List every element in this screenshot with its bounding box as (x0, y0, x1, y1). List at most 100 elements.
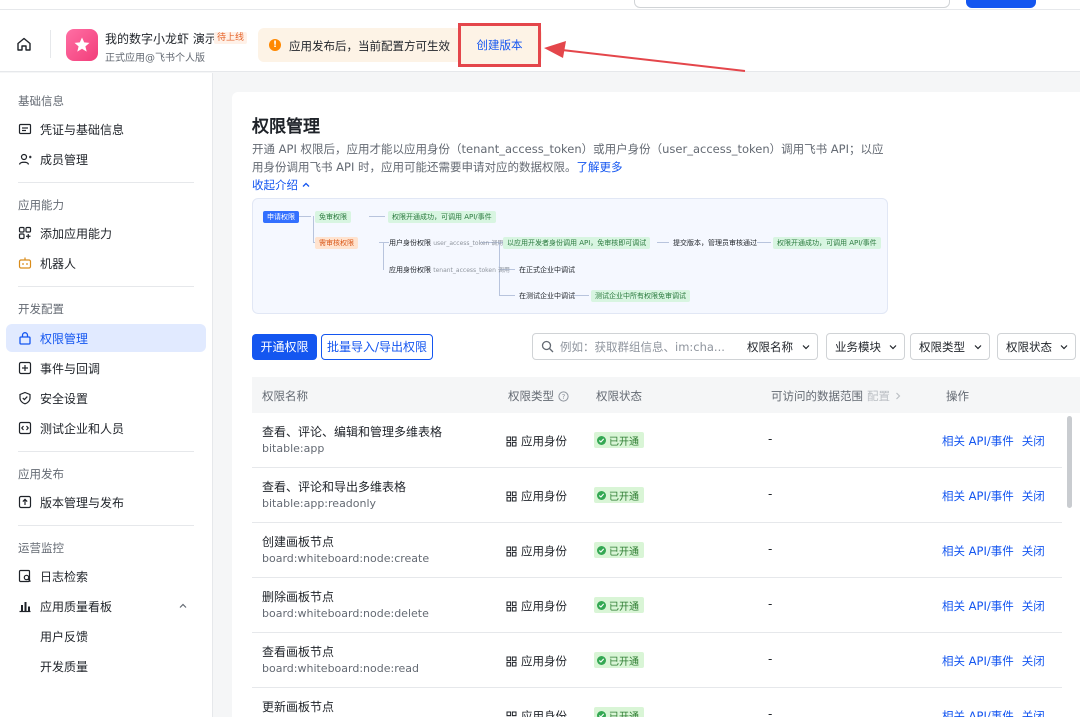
close-permission-link[interactable]: 关闭 (1022, 489, 1045, 503)
sidebar-item-add-capability[interactable]: 添加应用能力 (6, 219, 206, 247)
sidebar-item-label: 测试企业和人员 (40, 421, 125, 436)
sidebar-item-dev-quality[interactable]: 开发质量 (6, 652, 206, 680)
sidebar-item-label: 用户反馈 (40, 629, 89, 644)
check-icon (597, 490, 606, 500)
diagram-final-result: 权限开通成功，可调用 API/事件 (773, 237, 881, 249)
permission-type: 应用身份 (506, 598, 567, 614)
status-badge: 已开通 (594, 652, 644, 668)
shield-icon (18, 391, 32, 405)
sidebar-item-label: 日志检索 (40, 569, 89, 584)
sidebar-item-permissions[interactable]: 权限管理 (6, 324, 206, 352)
sidebar-section-title: 基础信息 (18, 94, 64, 108)
col-ops: 操作 (946, 389, 969, 403)
table-row: 创建画板节点 board:whiteboard:node:create 应用身份 已开… (252, 523, 1062, 578)
home-icon[interactable] (16, 36, 32, 52)
sidebar-item-logs[interactable]: 日志检索 (6, 562, 206, 590)
related-api-link[interactable]: 相关 API/事件 (942, 709, 1014, 717)
check-icon (597, 655, 606, 665)
diagram-need-review: 需审核权限 (315, 237, 358, 249)
status-badge: 已开通 (594, 487, 644, 503)
sidebar-item-quality-board[interactable]: 应用质量看板 (6, 592, 206, 620)
related-api-link[interactable]: 相关 API/事件 (942, 434, 1014, 448)
sidebar-item-members[interactable]: 成员管理 (6, 145, 206, 173)
col-name: 权限名称 (262, 389, 308, 403)
permission-name: 更新画板节点 (262, 700, 335, 714)
diagram-dev-debug: 以应用开发者身份调用 API，免审核即可调试 (503, 237, 651, 249)
close-permission-link[interactable]: 关闭 (1022, 599, 1045, 613)
related-api-link[interactable]: 相关 API/事件 (942, 599, 1014, 613)
config-link[interactable]: 配置 (867, 388, 890, 404)
permission-code: bitable:app:readonly (262, 497, 377, 510)
learn-more-link[interactable]: 了解更多 (577, 160, 623, 174)
check-icon (597, 435, 606, 445)
sidebar-item-events[interactable]: 事件与回调 (6, 354, 206, 382)
related-api-link[interactable]: 相关 API/事件 (942, 489, 1014, 503)
sidebar-item-credentials[interactable]: 凭证与基础信息 (6, 115, 206, 143)
sidebar-section-title: 应用能力 (18, 198, 64, 212)
top-search-input[interactable] (634, 0, 950, 8)
app-name: 我的数字小龙虾 演示 (105, 32, 217, 46)
table-scrollbar[interactable] (1067, 416, 1072, 508)
credential-icon (18, 122, 32, 136)
col-type: 权限类型 ? (508, 388, 569, 404)
collapse-intro-toggle[interactable]: 收起介绍 (252, 177, 311, 193)
svg-text:?: ? (562, 393, 566, 401)
related-api-link[interactable]: 相关 API/事件 (942, 654, 1014, 668)
page-title: 权限管理 (252, 117, 320, 137)
app-identity-icon (506, 546, 517, 556)
app-status-tag: 待上线 (214, 32, 248, 44)
help-icon[interactable]: ? (558, 390, 569, 402)
sidebar-divider (18, 286, 194, 287)
diagram-user-identity: 用户身份权限 user_access_token 调用 (389, 239, 504, 247)
member-icon (18, 152, 32, 166)
app-header: 我的数字小龙虾 演示 待上线 正式应用@飞书个人版 ! 应用发布后，当前配置方可… (0, 10, 1080, 72)
header-divider (50, 30, 51, 58)
more-icon[interactable]: ··· (1050, 0, 1063, 8)
diagram-test-debug: 在测试企业中调试 (519, 292, 575, 300)
search-input[interactable] (560, 339, 730, 354)
close-permission-link[interactable]: 关闭 (1022, 434, 1045, 448)
sidebar-item-version[interactable]: 版本管理与发布 (6, 488, 206, 516)
filter-label: 权限名称 (747, 339, 793, 354)
chevron-up-icon[interactable] (178, 601, 188, 611)
permission-code: board:whiteboard:node:create (262, 552, 430, 565)
sidebar-item-feedback[interactable]: 用户反馈 (6, 622, 206, 650)
permission-code: board:whiteboard:node:read (262, 662, 419, 675)
create-version-button[interactable]: 创建版本 (458, 23, 541, 67)
chevron-right-icon (896, 392, 901, 400)
top-primary-button[interactable] (966, 0, 1036, 8)
intro-body: 开通 API 权限后，应用才能以应用身份（tenant_access_token… (252, 142, 884, 174)
app-identity-icon (506, 491, 517, 501)
filter-business-module[interactable]: 业务模块 (826, 333, 905, 360)
sidebar-item-test-company[interactable]: 测试企业和人员 (6, 414, 206, 442)
sidebar-item-robot[interactable]: 机器人 (6, 249, 206, 277)
check-icon (597, 710, 606, 717)
enable-permission-button[interactable]: 开通权限 (252, 334, 317, 360)
sidebar-item-security[interactable]: 安全设置 (6, 384, 206, 412)
app-identity-icon (506, 656, 517, 666)
close-permission-link[interactable]: 关闭 (1022, 709, 1045, 717)
sidebar-section-title: 开发配置 (18, 302, 64, 316)
col-status: 权限状态 (596, 389, 642, 403)
intro-text: 开通 API 权限后，应用才能以应用身份（tenant_access_token… (252, 140, 892, 176)
robot-icon (18, 256, 32, 270)
batch-import-export-button[interactable]: 批量导入/导出权限 (321, 334, 433, 360)
close-permission-link[interactable]: 关闭 (1022, 544, 1045, 558)
filter-permission-type[interactable]: 权限类型 (910, 333, 990, 360)
event-icon (18, 361, 32, 375)
filter-permission-status[interactable]: 权限状态 (997, 333, 1076, 360)
permission-type: 应用身份 (506, 433, 567, 449)
code-icon (18, 421, 32, 435)
related-api-link[interactable]: 相关 API/事件 (942, 544, 1014, 558)
sidebar-item-label: 权限管理 (40, 331, 89, 346)
warning-icon: ! (269, 39, 281, 51)
permission-search[interactable] (532, 333, 740, 360)
sidebar-item-label: 添加应用能力 (40, 226, 113, 241)
collapse-label: 收起介绍 (252, 178, 298, 192)
diagram-no-review-result: 权限开通成功，可调用 API/事件 (388, 211, 496, 223)
sidebar-divider (18, 525, 194, 526)
chevron-down-icon (889, 344, 897, 349)
close-permission-link[interactable]: 关闭 (1022, 654, 1045, 668)
status-badge: 已开通 (594, 707, 644, 717)
filter-permission-name[interactable]: 权限名称 (739, 333, 818, 360)
